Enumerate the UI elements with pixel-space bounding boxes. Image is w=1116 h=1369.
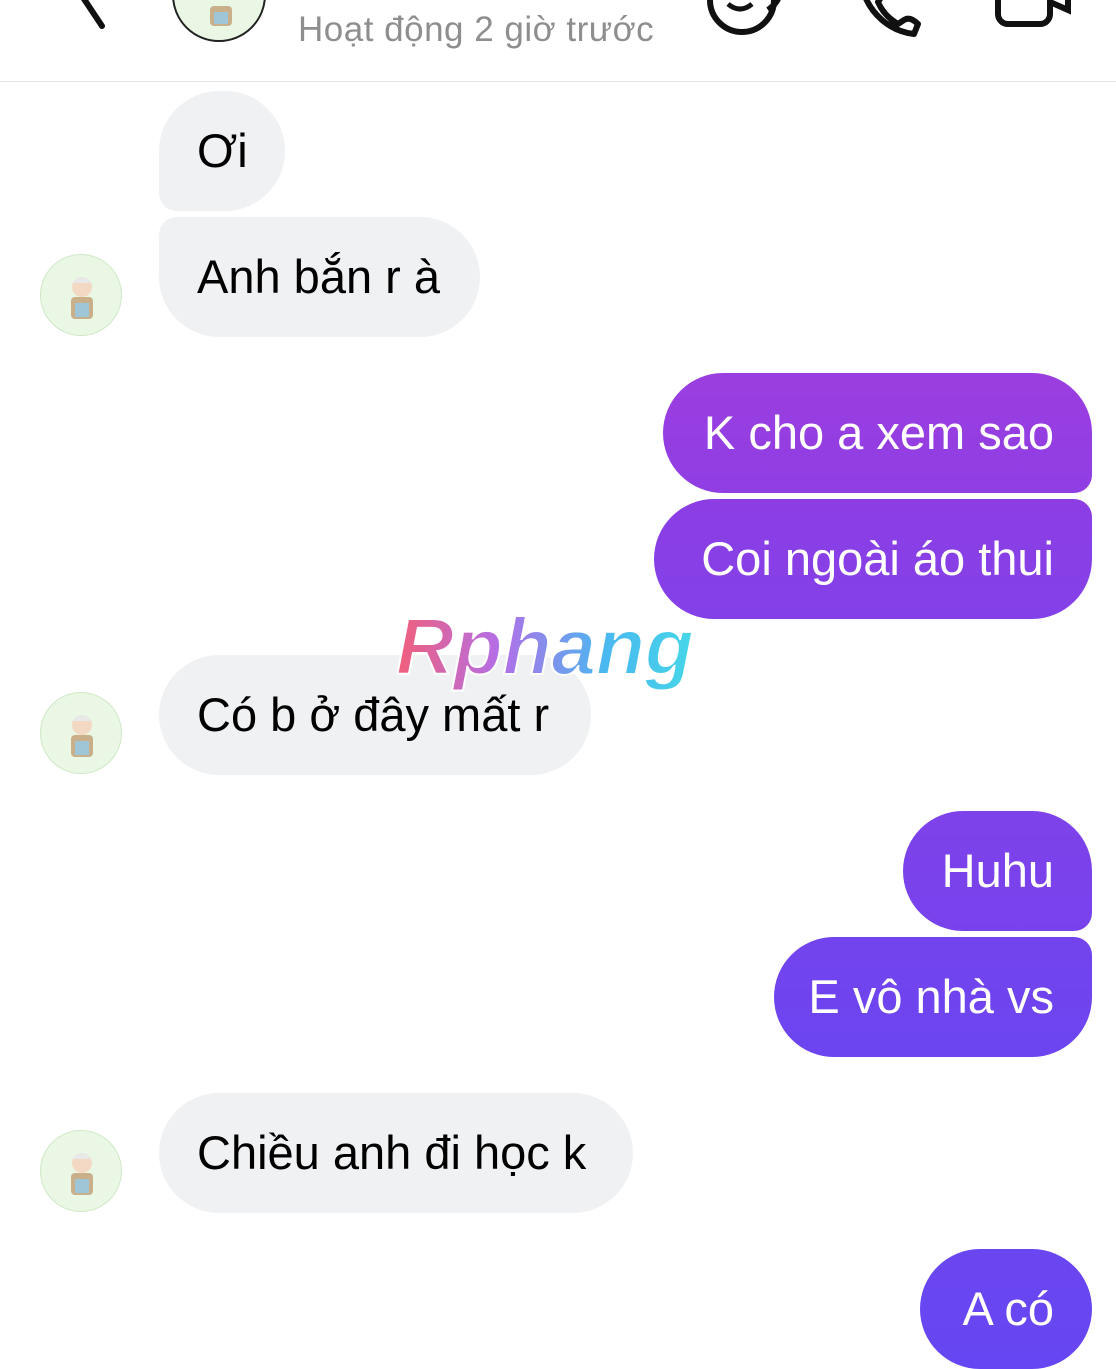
message-bubble-outgoing[interactable]: E vô nhà vs xyxy=(774,937,1092,1057)
active-status: Hoạt động 2 giờ trước xyxy=(298,10,655,49)
sender-avatar[interactable] xyxy=(40,1130,122,1212)
video-icon[interactable] xyxy=(992,0,1072,40)
message-bubble-outgoing[interactable]: A có xyxy=(920,1249,1092,1369)
contact-avatar[interactable] xyxy=(172,0,266,42)
chat-header: Hoạt động 2 giờ trước xyxy=(0,0,1116,82)
message-text: E vô nhà vs xyxy=(808,970,1054,1023)
message-bubble-incoming[interactable]: Chiều anh đi học k xyxy=(159,1093,633,1213)
face-icon[interactable] xyxy=(706,0,786,40)
sender-avatar[interactable] xyxy=(40,692,122,774)
back-chevron-icon[interactable] xyxy=(50,0,120,50)
message-text: Anh bắn r à xyxy=(197,250,441,303)
message-bubble-incoming[interactable]: Ơi xyxy=(159,91,285,211)
message-bubble-outgoing[interactable]: K cho a xem sao xyxy=(663,373,1092,493)
message-text: Huhu xyxy=(941,844,1054,897)
sender-avatar[interactable] xyxy=(40,254,122,336)
message-bubble-outgoing[interactable]: Huhu xyxy=(903,811,1092,931)
message-text: Ơi xyxy=(197,124,248,177)
watermark-logo: Rphang xyxy=(395,604,695,692)
phone-icon[interactable] xyxy=(852,0,932,40)
message-bubble-incoming[interactable]: Anh bắn r à xyxy=(159,217,480,337)
watermark-text: Rphang xyxy=(396,604,694,691)
message-text: Chiều anh đi học k xyxy=(197,1126,587,1179)
message-text: K cho a xem sao xyxy=(703,406,1054,459)
message-text: Coi ngoài áo thui xyxy=(701,532,1054,585)
message-bubble-outgoing[interactable]: Coi ngoài áo thui xyxy=(654,499,1092,619)
